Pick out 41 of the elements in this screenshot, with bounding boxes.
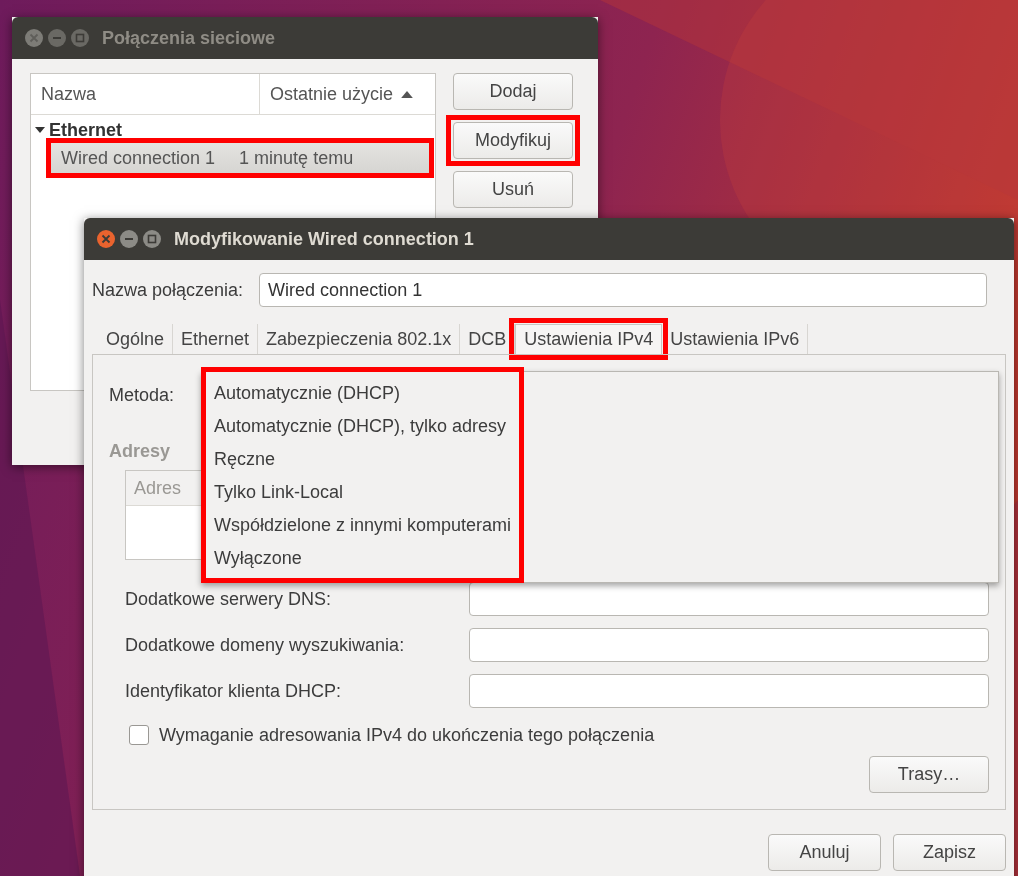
group-label: Ethernet xyxy=(49,119,122,141)
sort-arrow-icon xyxy=(401,90,414,98)
input-field[interactable] xyxy=(468,628,989,662)
menu-item[interactable]: Tylko Link-Local xyxy=(214,475,512,508)
dialog-button[interactable]: Modyfikuj xyxy=(453,122,573,159)
dialog-button[interactable]: Zapisz xyxy=(893,834,1006,871)
window-title: Modyfikowanie Wired connection 1 xyxy=(174,228,474,250)
field-label: Nazwa połączenia: xyxy=(92,279,244,301)
checkbox[interactable] xyxy=(129,725,149,745)
menu-item[interactable]: Współdzielone z innymi komputerami xyxy=(214,508,512,541)
input-field[interactable] xyxy=(468,582,989,616)
dialog-button[interactable]: Usuń xyxy=(453,171,573,208)
minimize-icon[interactable] xyxy=(47,28,67,48)
dialog-button[interactable]: Dodaj xyxy=(453,73,573,110)
routes-button[interactable]: Trasy… xyxy=(869,756,989,793)
input-field[interactable] xyxy=(468,674,989,708)
tab[interactable]: Ogólne xyxy=(98,324,174,354)
column-header[interactable]: Nazwa xyxy=(31,74,260,114)
window-title: Połączenia sieciowe xyxy=(102,27,276,49)
section-heading: Adresy xyxy=(109,441,171,462)
maximize-icon[interactable] xyxy=(142,229,162,249)
minimize-icon[interactable] xyxy=(119,229,139,249)
connection-name-field[interactable]: Wired connection 1 xyxy=(259,273,988,307)
menu-item[interactable]: Wyłączone xyxy=(214,541,512,574)
checkbox-label: Wymaganie adresowania IPv4 do ukończenia tego połączenia xyxy=(159,724,655,746)
field-label: Dodatkowe domeny wyszukiwania: xyxy=(125,634,406,656)
field-label: Metoda: xyxy=(109,384,175,406)
close-icon[interactable] xyxy=(96,229,116,249)
tab[interactable]: Zabezpieczenia 802.1x xyxy=(258,324,461,354)
tab[interactable]: Ethernet xyxy=(173,324,259,354)
expander-icon[interactable] xyxy=(35,127,45,133)
maximize-icon[interactable] xyxy=(70,28,90,48)
column-header[interactable]: Ostatnie użycie xyxy=(260,74,424,114)
field-label: Dodatkowe serwery DNS: xyxy=(125,588,333,610)
close-icon[interactable] xyxy=(24,28,44,48)
dialog-button[interactable]: Anuluj xyxy=(768,834,881,871)
menu-item[interactable]: Automatycznie (DHCP), tylko adresy xyxy=(214,409,512,442)
field-label: Identyfikator klienta DHCP: xyxy=(125,680,343,702)
menu-item[interactable]: Ręczne xyxy=(214,442,512,475)
tab[interactable]: Ustawienia IPv6 xyxy=(662,324,809,354)
menu-item[interactable]: Automatycznie (DHCP) xyxy=(214,376,512,409)
